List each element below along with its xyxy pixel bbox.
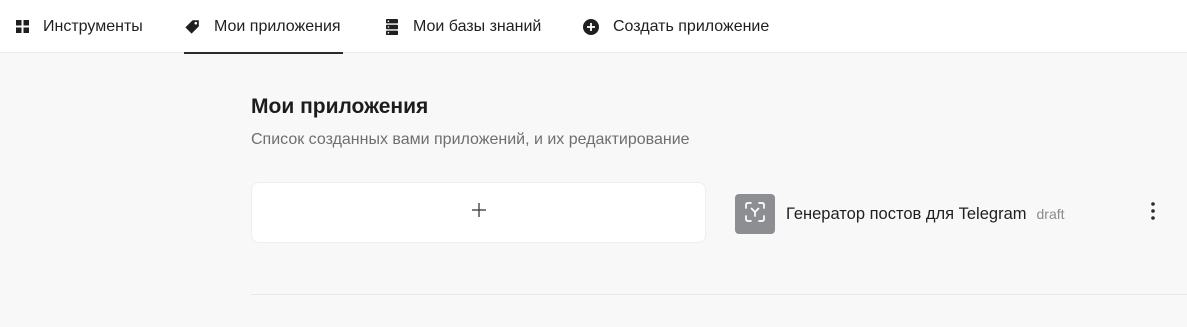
tab-knowledge-bases[interactable]: Мои базы знаний [384, 0, 541, 53]
tab-tools[interactable]: Инструменты [14, 0, 143, 53]
status-badge: draft [1036, 206, 1065, 222]
tab-my-apps-label: Мои приложения [214, 17, 341, 35]
tab-create-app[interactable]: Создать приложение [583, 0, 769, 53]
app-name[interactable]: Генератор постов для Telegram [786, 205, 1027, 224]
app-list-item[interactable]: Генератор постов для Telegram draft [735, 194, 1165, 234]
plus-icon [471, 203, 486, 222]
tab-my-apps[interactable]: Мои приложения [184, 0, 343, 54]
section-divider [251, 294, 1187, 295]
page-title: Мои приложения [251, 95, 429, 118]
kebab-menu-icon [1151, 201, 1155, 225]
plus-circle-icon [583, 18, 599, 35]
tab-knowledge-bases-label: Мои базы знаний [413, 17, 542, 35]
database-icon [384, 18, 400, 35]
grid-icon [14, 19, 30, 35]
app-avatar [735, 194, 775, 234]
add-app-button[interactable] [251, 182, 706, 243]
tab-create-app-label: Создать приложение [613, 17, 770, 35]
tag-icon [184, 19, 200, 35]
ai-scan-icon [744, 201, 766, 228]
more-options-button[interactable] [1144, 200, 1162, 226]
page-subtitle: Список созданных вами приложений, и их р… [251, 131, 690, 148]
top-navigation: Инструменты Мои приложения Мои базы знан… [0, 0, 1187, 54]
tab-tools-label: Инструменты [43, 17, 143, 35]
